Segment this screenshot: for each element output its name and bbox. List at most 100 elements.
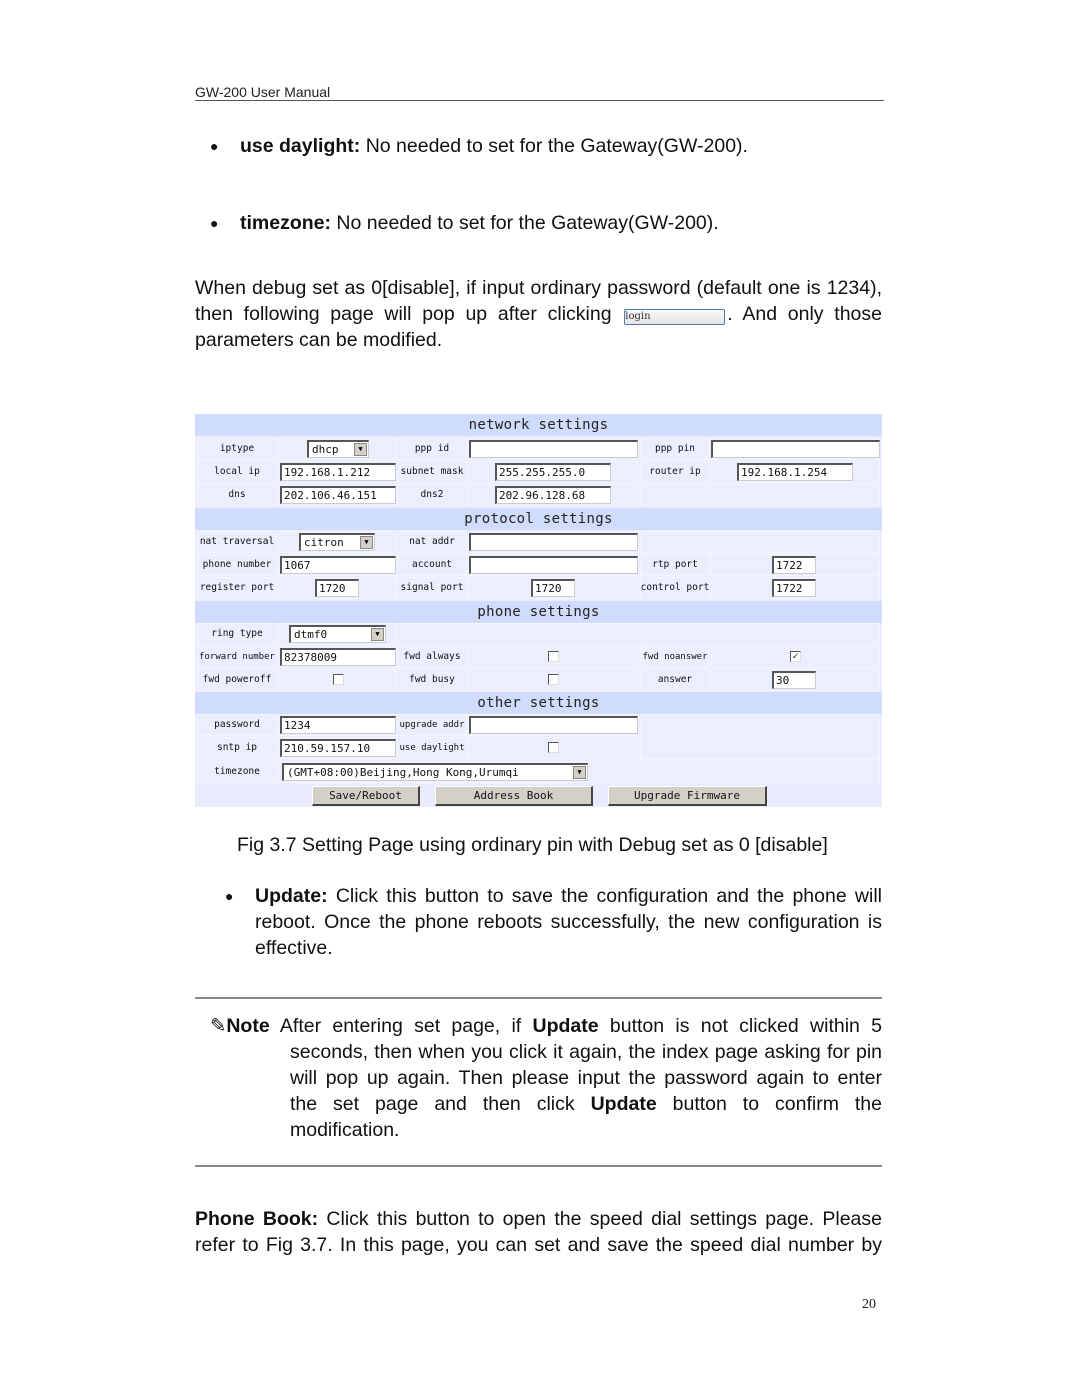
password-input[interactable]: 1234 (280, 716, 396, 734)
note-bold-update: Update (532, 1015, 599, 1037)
local-ip-input[interactable]: 192.168.1.212 (280, 463, 396, 481)
dns2-input[interactable]: 202.96.128.68 (495, 486, 611, 504)
iptype-select[interactable]: dhcp ▼ (307, 440, 369, 458)
register-port-input[interactable]: 1720 (315, 579, 359, 597)
ppp-pin-input[interactable] (711, 440, 880, 458)
address-book-button[interactable]: Address Book (435, 786, 593, 806)
running-header: GW-200 User Manual (195, 84, 884, 101)
rtp-port-input[interactable]: 1722 (772, 556, 816, 574)
label-nat-traversal: nat traversal (199, 536, 275, 547)
bullet-text: No needed to set for the Gateway(GW-200)… (360, 135, 748, 157)
phone-book-term: Phone Book: (195, 1208, 319, 1230)
sntp-ip-input[interactable]: 210.59.157.10 (280, 739, 396, 757)
router-ip-input[interactable]: 192.168.1.254 (737, 463, 853, 481)
save-reboot-button[interactable]: Save/Reboot (312, 786, 420, 806)
phone-number-input[interactable]: 1067 (280, 556, 396, 574)
phone-book-text-1: Click this button to open the speed dial… (318, 1208, 882, 1230)
note-label: Note (226, 1015, 270, 1037)
control-port-input[interactable]: 1722 (772, 579, 816, 597)
fwd-busy-checkbox[interactable] (548, 674, 559, 685)
bullet-dot-icon: ● (210, 215, 219, 231)
nat-traversal-select[interactable]: citron ▼ (299, 533, 375, 551)
signal-port-input[interactable]: 1720 (531, 579, 575, 597)
dns-input[interactable]: 202.106.46.151 (280, 486, 396, 504)
label-dns: dns (228, 489, 246, 500)
dropdown-arrow-icon[interactable]: ▼ (371, 628, 384, 641)
note-line-1: ✎Note After entering set page, if Update… (210, 1013, 882, 1039)
label-rtp-port: rtp port (652, 559, 698, 570)
label-fwd-busy: fwd busy (409, 674, 455, 685)
note-text: After entering set page, if (269, 1015, 533, 1037)
dropdown-arrow-icon[interactable]: ▼ (360, 536, 373, 549)
note-line-4: the set page and then click Update butto… (290, 1091, 882, 1117)
subnet-mask-input[interactable]: 255.255.255.0 (495, 463, 611, 481)
label-use-daylight: use daylight (399, 743, 465, 753)
label-forward-number: forward number (199, 652, 275, 662)
answer-input[interactable]: 30 (772, 671, 816, 689)
section-network-settings: network settings (195, 414, 882, 436)
ring-type-select[interactable]: dtmf0 ▼ (289, 625, 386, 643)
nat-addr-input[interactable] (469, 533, 638, 551)
intro-line-3: parameters can be modified. (195, 329, 443, 351)
update-line-3: effective. (255, 937, 333, 959)
note-line-2: seconds, then when you click it again, t… (290, 1041, 882, 1063)
intro-text-before: then following page will pop up after cl… (195, 303, 612, 325)
pencil-icon: ✎ (210, 1015, 227, 1037)
upgrade-addr-input[interactable] (469, 716, 638, 734)
label-account: account (411, 559, 453, 570)
fwd-poweroff-checkbox[interactable] (333, 674, 344, 685)
phone-book-line-2: refer to Fig 3.7. In this page, you can … (195, 1234, 882, 1256)
checkmark-icon: ✓ (792, 651, 799, 662)
fwd-always-checkbox[interactable] (548, 651, 559, 662)
section-protocol-settings: protocol settings (195, 508, 882, 530)
label-dns2: dns2 (420, 489, 444, 500)
ring-type-value: dtmf0 (294, 628, 328, 641)
update-line-2: reboot. Once the phone reboots successfu… (255, 911, 882, 933)
ppp-id-input[interactable] (469, 440, 638, 458)
label-phone-number: phone number (202, 559, 272, 570)
label-subnet-mask: subnet mask (400, 466, 464, 477)
account-input[interactable] (469, 556, 638, 574)
fwd-noanswer-checkbox[interactable]: ✓ (790, 651, 801, 662)
label-ring-type: ring type (211, 628, 263, 639)
intro-line-2: then following page will pop up after cl… (195, 301, 882, 327)
intro-line-1: When debug set as 0[disable], if input o… (195, 277, 882, 299)
dropdown-arrow-icon[interactable]: ▼ (354, 443, 367, 456)
label-upgrade-addr: upgrade addr (399, 720, 465, 730)
timezone-value: (GMT+08:00)Beijing,Hong Kong,Urumqi (287, 766, 519, 779)
update-term: Update: (255, 885, 328, 907)
settings-page-screenshot: network settings iptype dhcp ▼ ppp id ppp… (195, 414, 882, 807)
page-number: 20 (862, 1297, 876, 1312)
section-other-settings: other settings (195, 692, 882, 714)
note-continuation: seconds, then when you click it again, t… (290, 1039, 882, 1143)
label-ppp-pin: ppp pin (654, 443, 696, 454)
label-local-ip: local ip (214, 466, 260, 477)
note-line-5: modification. (290, 1119, 400, 1141)
label-nat-addr: nat addr (409, 536, 455, 547)
note-bottom-rule (195, 1165, 882, 1167)
update-text-1: Click this button to save the configurat… (327, 885, 882, 907)
note-text: button is not clicked within 5 (598, 1015, 883, 1037)
note-top-rule (195, 997, 882, 999)
iptype-value: dhcp (312, 443, 339, 456)
bullet-dot-icon: ● (210, 138, 219, 154)
note-bold-update: Update (590, 1093, 657, 1115)
header-title: GW-200 User Manual (195, 84, 331, 100)
label-control-port: control port (640, 582, 710, 593)
nat-traversal-value: citron (304, 536, 344, 549)
label-signal-port: signal port (400, 582, 464, 593)
figure-caption: Fig 3.7 Setting Page using ordinary pin … (237, 834, 828, 856)
timezone-select[interactable]: (GMT+08:00)Beijing,Hong Kong,Urumqi ▼ (282, 763, 588, 781)
label-sntp-ip: sntp ip (216, 742, 258, 753)
dropdown-arrow-icon[interactable]: ▼ (573, 766, 586, 779)
upgrade-firmware-button[interactable]: Upgrade Firmware (608, 786, 767, 806)
label-answer: answer (657, 674, 693, 685)
label-fwd-poweroff: fwd poweroff (202, 674, 272, 685)
forward-number-input[interactable]: 82378009 (280, 648, 396, 666)
label-timezone: timezone (214, 766, 260, 777)
note-block: ✎Note After entering set page, if Update… (210, 1013, 882, 1143)
use-daylight-checkbox[interactable] (548, 742, 559, 753)
label-router-ip: router ip (649, 466, 701, 477)
intro-text-after: . And only those (727, 303, 882, 325)
label-fwd-noanswer: fwd noanswer (642, 652, 708, 662)
